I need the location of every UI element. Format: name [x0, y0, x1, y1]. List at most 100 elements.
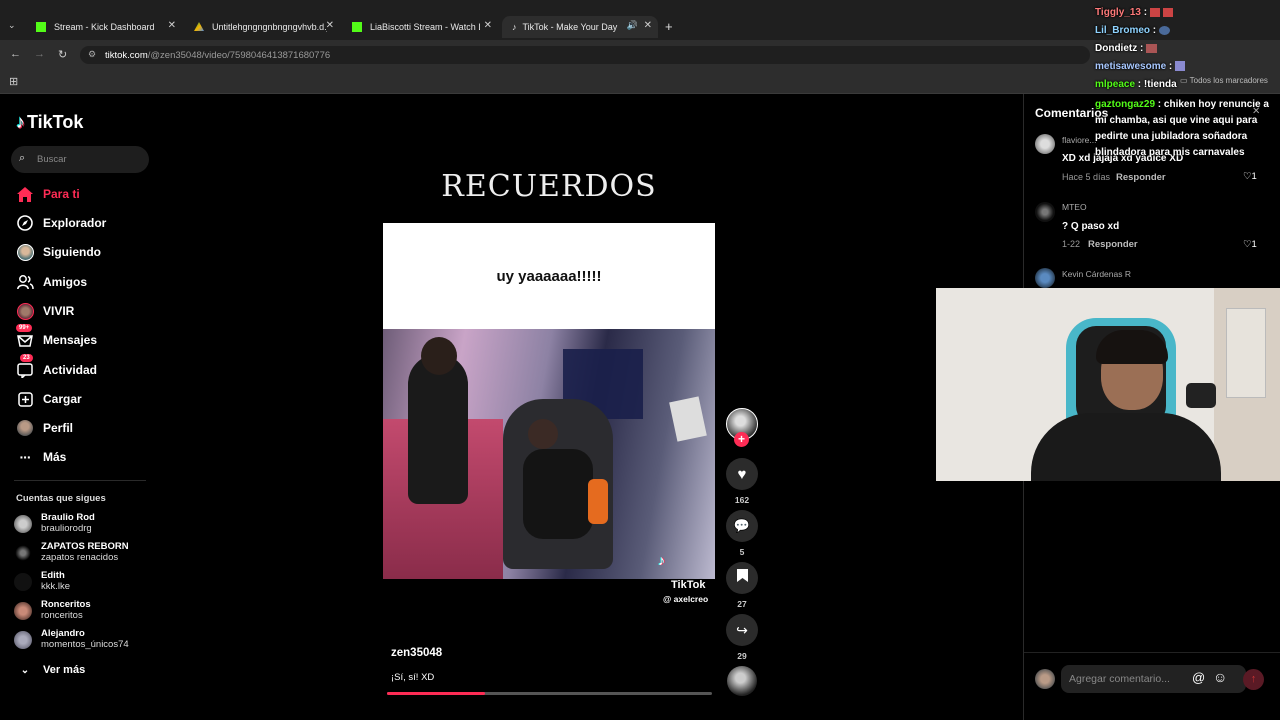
progress-bar[interactable]: [387, 692, 712, 695]
tab-liabiscotti-stream[interactable]: LiaBiscotti Stream - Watch Live ✕: [342, 16, 498, 38]
tiktok-watermark: TikTok: [671, 579, 706, 591]
apps-grid-icon[interactable]: ⊞: [9, 75, 18, 88]
nav-mas[interactable]: ··· Más: [16, 446, 67, 468]
nav-label: Más: [43, 450, 67, 464]
like-button[interactable]: ♥: [726, 458, 758, 490]
nav-label: Amigos: [43, 275, 88, 289]
account-handle: momentos_únicos74: [41, 639, 129, 650]
account-name: Edith: [41, 570, 65, 581]
account-handle: ronceritos: [41, 610, 83, 621]
new-tab-icon[interactable]: +: [665, 19, 673, 34]
emote-icon: [1158, 25, 1170, 35]
avatar[interactable]: [1035, 202, 1055, 222]
comment-like-button[interactable]: ♡1: [1243, 239, 1257, 250]
nav-label: VIVIR: [43, 304, 75, 318]
chat-user: mlpeace: [1095, 79, 1136, 90]
video-frame: [383, 329, 715, 579]
avatar[interactable]: [1035, 268, 1055, 288]
nav-label: Para ti: [43, 187, 80, 201]
close-tab-icon[interactable]: ✕: [644, 20, 652, 31]
chat-user: metisawesome: [1095, 61, 1167, 72]
avatar: [14, 573, 32, 591]
chat-user: gaztongaz29: [1095, 99, 1156, 110]
profile-avatar-icon: [16, 419, 34, 437]
see-more-label: Ver más: [43, 664, 86, 676]
tab-drive-image[interactable]: Untitlehgngngnbngngvhvb.d.jpg ✕: [184, 16, 340, 38]
my-avatar: [1035, 669, 1055, 689]
share-icon: ↪: [736, 621, 748, 638]
logo-text: TikTok: [27, 112, 84, 132]
avatar[interactable]: [1035, 134, 1055, 154]
account-handle: kkk.lke: [41, 581, 71, 592]
following-account[interactable]: Edith kkk.lke: [14, 570, 70, 592]
reply-button[interactable]: Responder: [1088, 239, 1138, 250]
following-account[interactable]: Ronceritos ronceritos: [14, 599, 91, 621]
nav-label: Mensajes: [43, 333, 98, 347]
watermark-handle: @ axelcreo: [663, 594, 709, 604]
comment-like-button[interactable]: ♡1: [1243, 171, 1257, 182]
tab-tiktok[interactable]: ♪ TikTok - Make Your Day 🔊 ✕: [502, 16, 658, 38]
video-overlay-title: RECUERDOS: [441, 169, 657, 204]
kick-icon: [36, 22, 46, 32]
nav-mensajes[interactable]: Mensajes 99+: [16, 324, 98, 351]
heart-outline-icon: ♡: [1243, 239, 1252, 250]
close-tab-icon[interactable]: ✕: [168, 20, 176, 31]
reload-icon[interactable]: ↻: [58, 48, 67, 61]
chat-message: Tiggly_13 :: [1095, 7, 1173, 18]
comment-input[interactable]: Agregar comentario... @ ☺: [1061, 665, 1246, 693]
nav-perfil[interactable]: Perfil: [16, 417, 73, 439]
search-input[interactable]: ⌕ Buscar: [11, 146, 149, 173]
tiktok-logo[interactable]: ♪ TikTok: [16, 112, 83, 133]
send-comment-button[interactable]: ↑: [1243, 669, 1264, 690]
comment-user[interactable]: flaviore...: [1062, 135, 1097, 145]
nav-explorador[interactable]: Explorador: [16, 212, 106, 234]
video-author[interactable]: zen35048: [391, 647, 442, 659]
follow-plus-icon[interactable]: +: [734, 432, 749, 447]
speaker-icon[interactable]: 🔊: [627, 20, 638, 31]
close-tab-icon[interactable]: ✕: [484, 20, 492, 31]
nav-vivir[interactable]: VIVIR: [16, 300, 74, 322]
tab-title: Untitlehgngngnbngngvhvb.d.jpg: [212, 22, 327, 32]
comment-icon: 💬: [733, 518, 751, 533]
site-info-icon[interactable]: ⚙: [88, 49, 96, 60]
following-account[interactable]: ZAPATOS REBORN zapatos renacidos: [14, 541, 129, 563]
nav-label: Cargar: [43, 392, 82, 406]
nav-amigos[interactable]: Amigos: [16, 271, 87, 293]
nav-cargar[interactable]: Cargar: [16, 388, 82, 410]
reply-button[interactable]: Responder: [1116, 172, 1166, 183]
activity-icon: [16, 361, 34, 379]
nav-para-ti[interactable]: Para ti: [16, 183, 80, 205]
following-account[interactable]: Alejandro momentos_únicos74: [14, 628, 129, 650]
following-title: Cuentas que sigues: [16, 493, 106, 504]
sound-disc-icon[interactable]: [727, 666, 757, 696]
forward-icon[interactable]: →: [34, 48, 45, 60]
heart-icon: ♥: [737, 465, 747, 483]
mention-icon[interactable]: @: [1192, 670, 1205, 685]
see-more-button[interactable]: ⌄ Ver más: [16, 659, 85, 681]
chat-user: Tiggly_13: [1095, 7, 1141, 18]
url-field[interactable]: ⚙ tiktok.com/@zen35048/video/75980464138…: [80, 46, 1090, 64]
like-count: 162: [734, 495, 750, 505]
home-icon: [16, 185, 34, 203]
comment-text: ? Q paso xd: [1062, 221, 1120, 232]
comment-button[interactable]: 💬: [726, 510, 758, 542]
save-button[interactable]: [726, 562, 758, 594]
avatar: [14, 515, 32, 533]
video-player[interactable]: RECUERDOS uy yaaaaaa!!!!! ♪ TikTok @ axe…: [383, 150, 715, 695]
nav-siguiendo[interactable]: Siguiendo: [16, 241, 101, 263]
comment-user[interactable]: MTEO: [1062, 202, 1087, 212]
comment-user[interactable]: Kevin Cárdenas R: [1062, 269, 1131, 279]
following-account[interactable]: Braulio Rod brauliorodrg: [14, 512, 95, 534]
close-tab-icon[interactable]: ✕: [326, 20, 334, 31]
back-icon[interactable]: ←: [10, 48, 21, 60]
share-button[interactable]: ↪: [726, 614, 758, 646]
nav-actividad[interactable]: Actividad 23: [16, 354, 97, 381]
chat-message: Dondietz :: [1095, 43, 1158, 54]
account-handle: brauliorodrg: [41, 523, 92, 534]
tab-search-icon[interactable]: ⌄: [8, 20, 16, 31]
emoji-icon[interactable]: ☺: [1213, 669, 1227, 685]
all-bookmarks-button[interactable]: ▭ Todos los marcadores: [1180, 76, 1268, 85]
upload-icon: [16, 390, 34, 408]
avatar: [14, 602, 32, 620]
tab-kick-dashboard[interactable]: Stream - Kick Dashboard ✕: [26, 16, 182, 38]
